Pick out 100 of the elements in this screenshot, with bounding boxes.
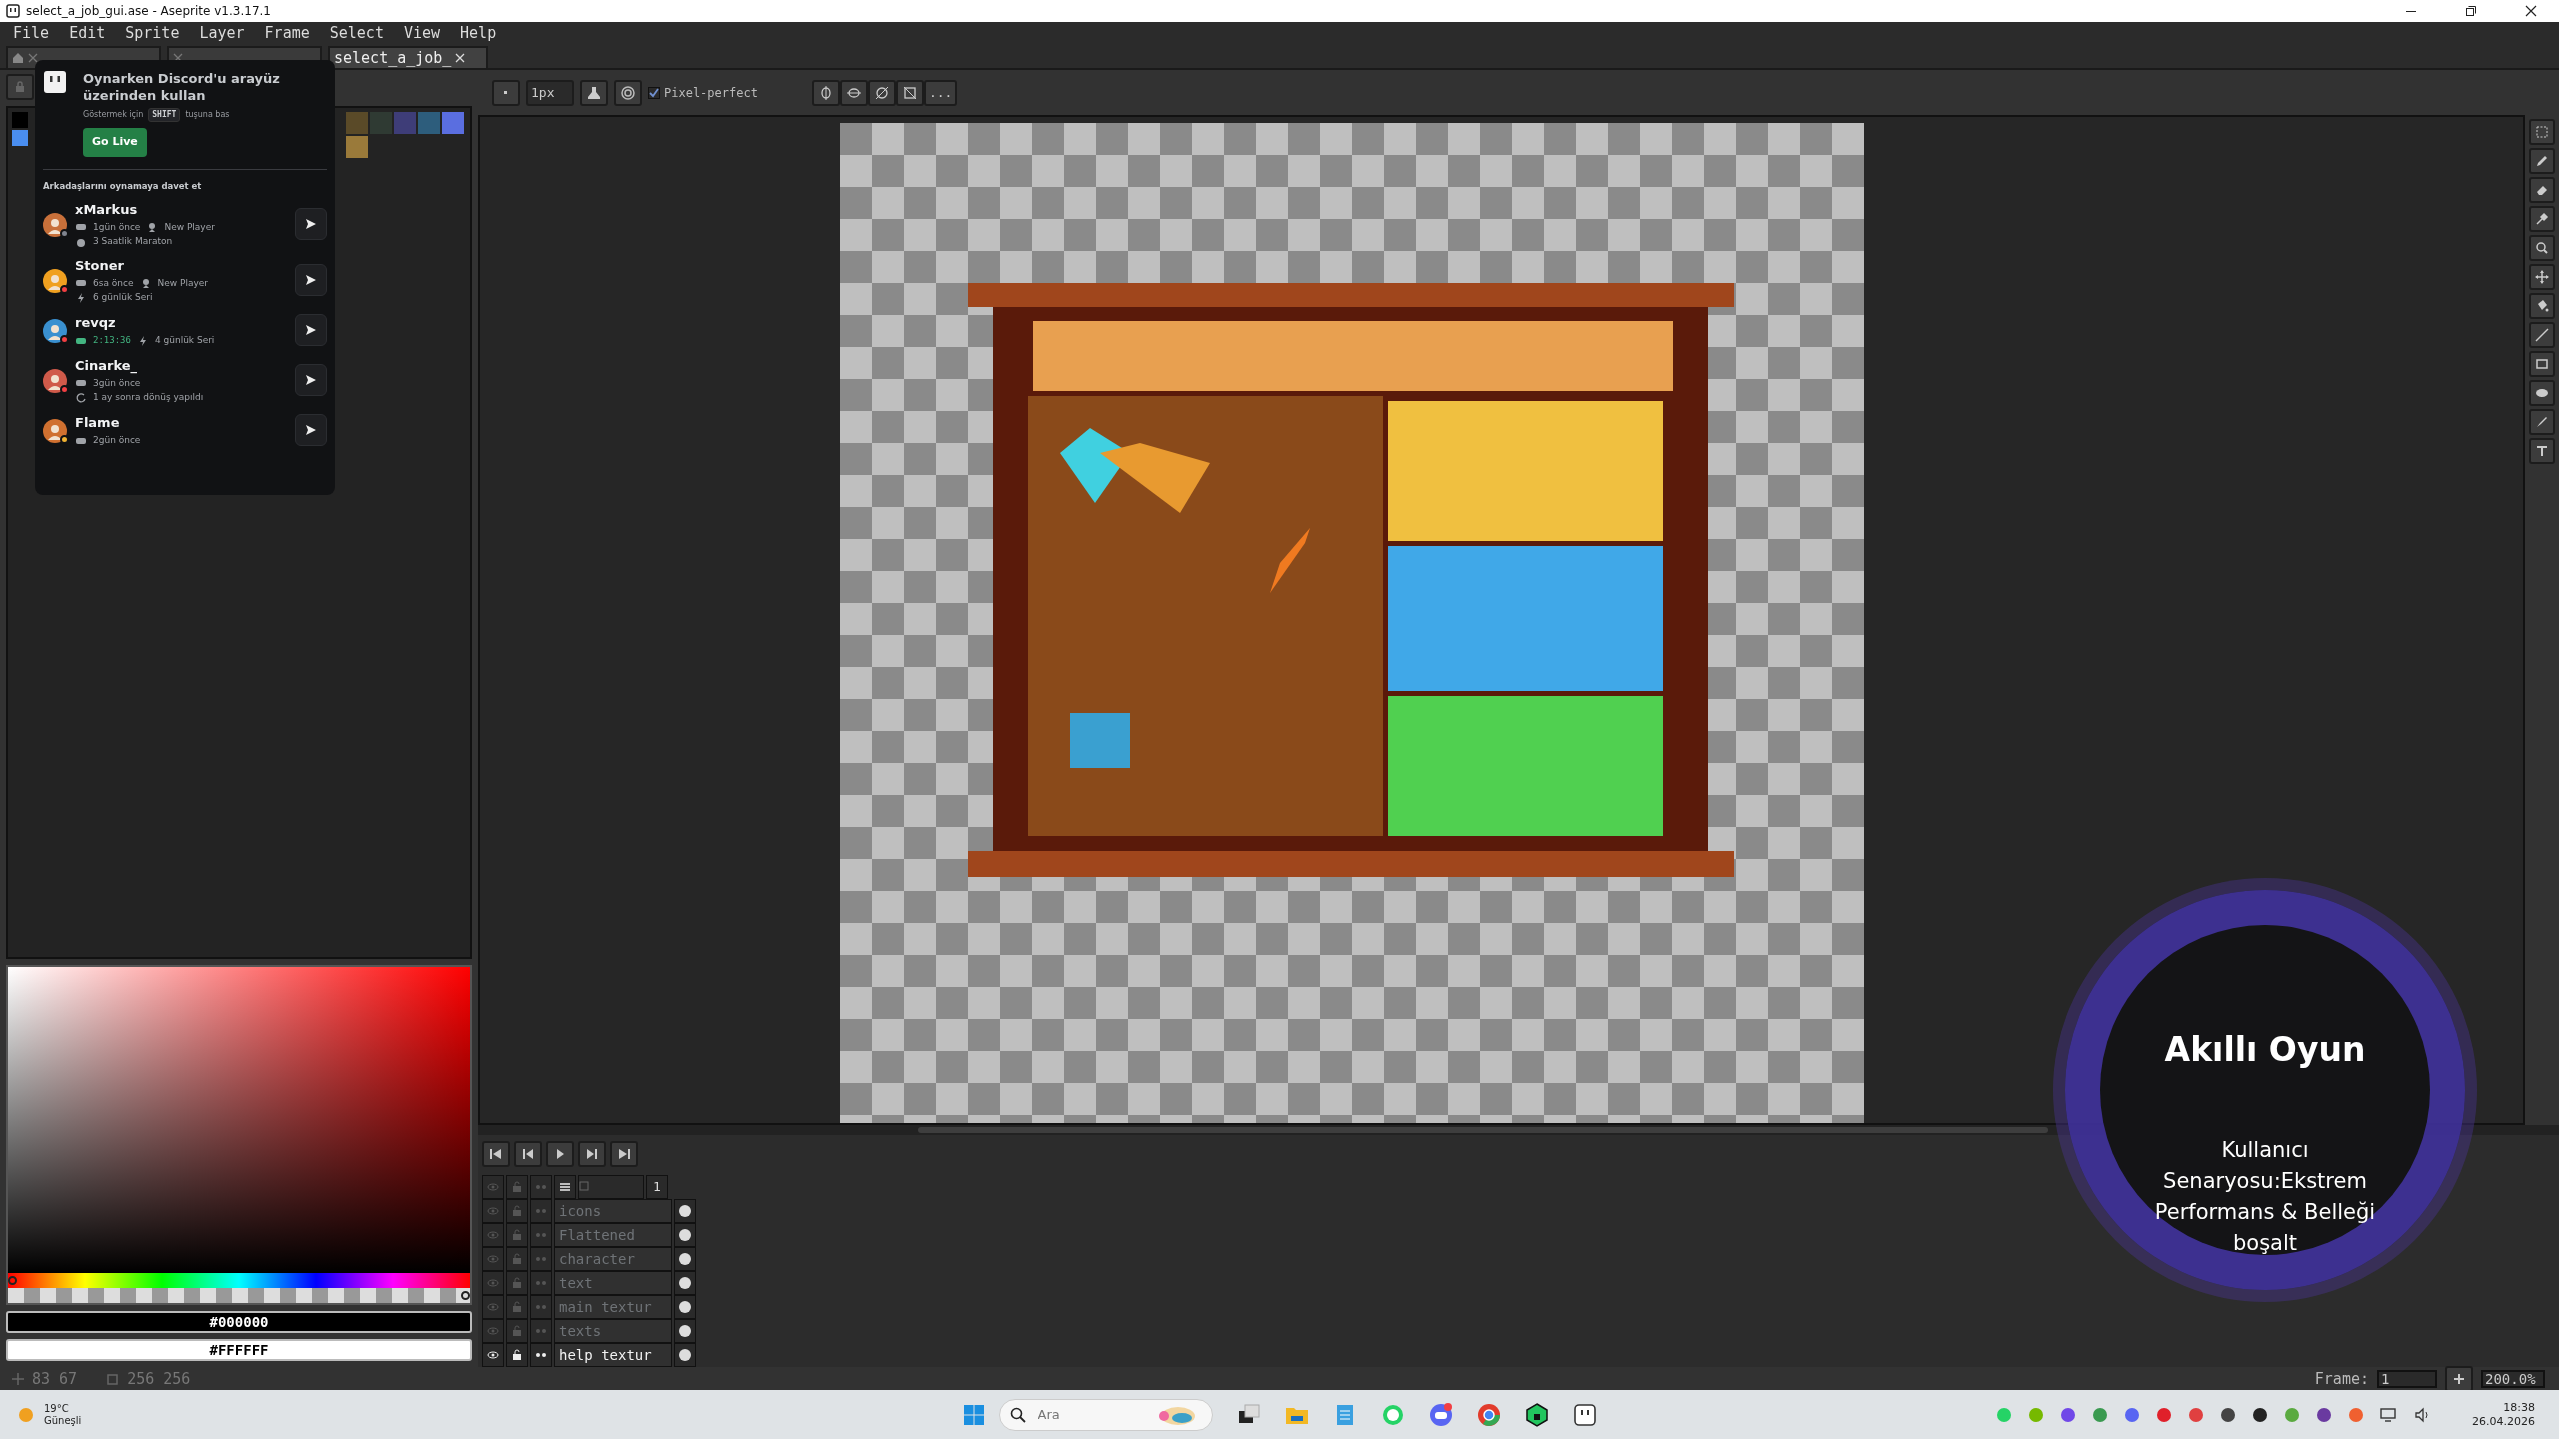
alpha-slider[interactable] [8, 1288, 470, 1303]
tool-button[interactable] [2529, 235, 2555, 261]
avatar [43, 318, 67, 343]
invite-button[interactable] [295, 208, 327, 241]
eye-icon[interactable] [486, 1348, 500, 1362]
tray-icon[interactable] [2252, 1406, 2268, 1423]
menu-item[interactable]: Select [320, 22, 393, 45]
windows-icon[interactable] [962, 1403, 985, 1426]
tool-button[interactable] [2529, 380, 2555, 406]
add-frame-button[interactable] [2445, 1366, 2473, 1392]
playback-button[interactable] [546, 1141, 574, 1167]
activity-text: 3 Saatlik Maraton [93, 235, 173, 248]
playback-button[interactable] [514, 1141, 542, 1167]
lock-icon [510, 1180, 524, 1194]
playback-button[interactable] [610, 1141, 638, 1167]
palette-swatch[interactable] [346, 112, 368, 134]
more-button[interactable]: ... [923, 79, 958, 106]
checkbox[interactable] [648, 86, 660, 99]
app-icon [6, 4, 20, 18]
search-field[interactable]: Ara [1035, 1403, 1146, 1426]
cel-icon[interactable] [678, 1348, 692, 1362]
palette-swatch[interactable] [394, 112, 416, 134]
tool-button[interactable] [2529, 351, 2555, 377]
cel-icon[interactable] [678, 1204, 692, 1218]
section-title: Arkadaşlarını oynamaya davet et [43, 179, 203, 193]
foreground-swatch[interactable] [12, 112, 28, 128]
hint-text: Göstermek için [83, 109, 144, 121]
tool-button[interactable] [2529, 206, 2555, 232]
symmetry-diagonal-icon [874, 85, 889, 100]
tray-icon[interactable] [2220, 1406, 2236, 1423]
playback-button[interactable] [578, 1141, 606, 1167]
tool-button[interactable] [2529, 438, 2555, 464]
browser-icon[interactable] [1476, 1402, 1501, 1427]
tray-icon[interactable] [2316, 1406, 2332, 1423]
palette-swatch[interactable] [418, 112, 440, 134]
restore-icon[interactable] [2465, 5, 2477, 17]
tool-button[interactable] [2529, 177, 2555, 203]
cel-icon[interactable] [678, 1276, 692, 1290]
menu-item[interactable]: View [394, 22, 450, 45]
lock-icon[interactable] [510, 1348, 524, 1362]
invite-button[interactable] [295, 364, 327, 397]
ink-button[interactable] [580, 79, 608, 106]
clock-date[interactable]: 26.04.2026 [2472, 1414, 2535, 1429]
layers-settings-icon[interactable] [558, 1180, 572, 1194]
clock-time[interactable]: 18:38 [2503, 1400, 2535, 1415]
foreground-color-field[interactable]: #000000 [6, 1311, 472, 1333]
app-icon[interactable] [1572, 1402, 1597, 1427]
background-color-field[interactable]: #FFFFFF [6, 1339, 472, 1361]
symmetry-button[interactable] [895, 79, 924, 106]
menu-item[interactable]: Frame [255, 22, 319, 45]
activity-text: 3gün önce [93, 376, 141, 390]
zoom-field[interactable]: 200.0% [2481, 1370, 2545, 1388]
invite-button[interactable] [295, 314, 327, 347]
close-icon[interactable] [2525, 5, 2537, 17]
frame-number: 1 [646, 1175, 668, 1199]
menu-item[interactable]: Help [451, 22, 506, 45]
tool-button[interactable] [2529, 119, 2555, 145]
tool-button[interactable] [2529, 148, 2555, 174]
invite-button[interactable] [295, 264, 327, 297]
tool-button[interactable] [2529, 264, 2555, 290]
menu-item[interactable]: Layer [190, 22, 254, 45]
scrollbar-thumb[interactable] [918, 1127, 2048, 1133]
symmetry-button[interactable] [839, 79, 868, 106]
invite-button[interactable] [295, 414, 327, 447]
friend-name: Cinarke_ [75, 357, 139, 376]
playback-button[interactable] [482, 1141, 510, 1167]
tab[interactable]: select_a_job_ [328, 46, 488, 68]
gamepad-icon[interactable] [1428, 1402, 1453, 1427]
opacity-button[interactable] [614, 79, 642, 106]
palette-swatch[interactable] [346, 136, 368, 158]
symmetry-button[interactable] [811, 79, 840, 106]
brush-size-field[interactable]: 1px [526, 79, 574, 106]
layer-name[interactable]: help textur [554, 1343, 672, 1367]
monitor-icon[interactable] [2380, 1406, 2398, 1423]
ink-icon [587, 85, 601, 100]
palette-swatch[interactable] [442, 112, 464, 134]
cel-icon[interactable] [678, 1324, 692, 1338]
slider-thumb[interactable] [461, 1291, 470, 1300]
go-live-button[interactable]: Go Live [83, 128, 147, 157]
tool-button[interactable] [2529, 409, 2555, 435]
menu-item[interactable]: Sprite [116, 22, 189, 45]
saturation-field[interactable] [8, 967, 470, 1273]
menu-item[interactable]: File [4, 22, 59, 45]
tool-button[interactable] [2529, 322, 2555, 348]
tool-button[interactable] [2529, 293, 2555, 319]
cel-icon[interactable] [678, 1252, 692, 1266]
activity-text: 6sa önce [93, 276, 134, 290]
frame-field[interactable]: 1 [2377, 1370, 2437, 1388]
cel-icon[interactable] [678, 1300, 692, 1314]
menu-item[interactable]: Edit [60, 22, 115, 45]
bucket-icon [2535, 299, 2549, 313]
lock-button[interactable] [6, 74, 34, 100]
background-swatch[interactable] [12, 130, 28, 146]
search-bar[interactable]: Ara [998, 1398, 1213, 1431]
symmetry-button[interactable] [867, 79, 896, 106]
hue-slider[interactable] [8, 1273, 470, 1288]
slider-thumb[interactable] [8, 1276, 17, 1285]
cel-icon[interactable] [678, 1228, 692, 1242]
shield-icon[interactable] [1524, 1402, 1549, 1427]
frame-label: Frame: [2314, 1368, 2369, 1390]
